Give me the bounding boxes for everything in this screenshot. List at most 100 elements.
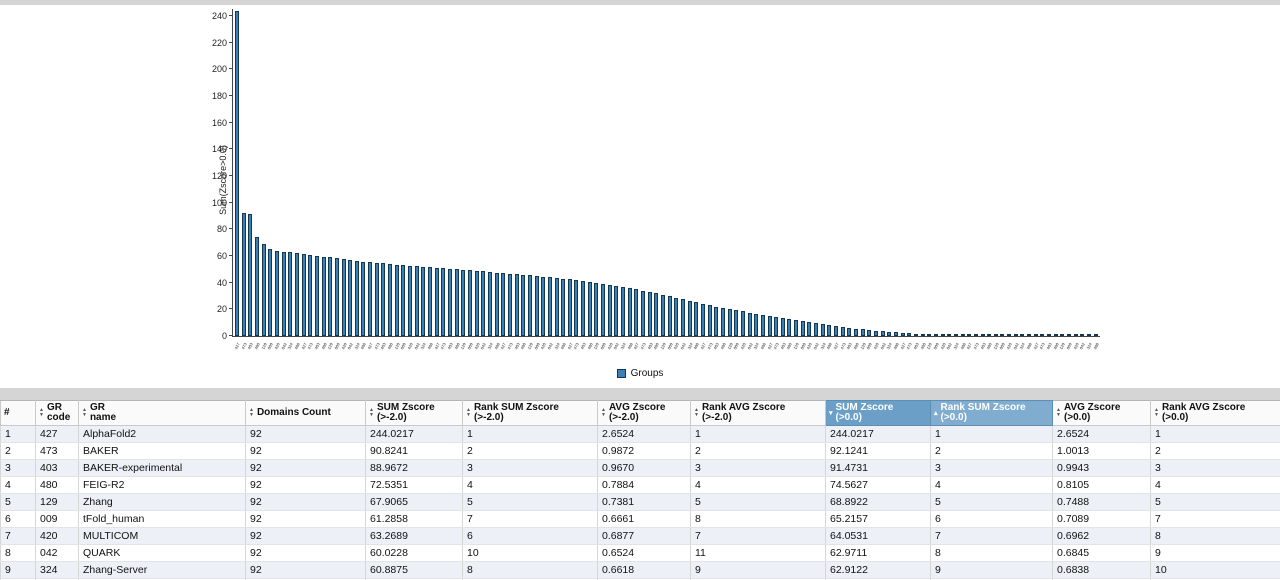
group-bar[interactable] [760, 314, 765, 336]
group-bar[interactable] [1067, 334, 1072, 336]
group-bar[interactable] [1027, 334, 1032, 336]
group-bar[interactable] [388, 264, 393, 336]
group-bar[interactable] [780, 317, 785, 336]
group-bar[interactable] [720, 308, 725, 336]
group-bar[interactable] [680, 299, 685, 336]
group-bar[interactable] [527, 275, 532, 336]
group-bar[interactable] [913, 333, 918, 336]
group-bar[interactable] [700, 304, 705, 336]
column-header-rank-sum-zscore-gt-neg2[interactable]: ▲ ▼ Rank SUM Zscore (>-2.0) [462, 400, 598, 426]
group-bar[interactable] [787, 318, 792, 336]
group-bar[interactable] [734, 310, 739, 336]
group-bar[interactable] [354, 260, 359, 336]
group-bar[interactable] [594, 282, 599, 336]
group-bar[interactable] [481, 271, 486, 336]
group-bar[interactable] [933, 334, 938, 336]
group-bar[interactable] [314, 255, 319, 336]
group-bar[interactable] [800, 321, 805, 336]
group-bar[interactable] [501, 273, 506, 336]
group-bar[interactable] [408, 265, 413, 336]
group-bar[interactable] [321, 256, 326, 336]
group-bar[interactable] [1007, 334, 1012, 336]
group-bar[interactable] [1093, 334, 1098, 336]
group-bar[interactable] [814, 323, 819, 336]
group-bar[interactable] [487, 272, 492, 336]
group-bar[interactable] [308, 254, 313, 336]
group-bar[interactable] [900, 332, 905, 336]
group-bar[interactable] [441, 268, 446, 336]
group-bar[interactable] [774, 316, 779, 336]
group-bar[interactable] [254, 236, 259, 336]
group-bar[interactable] [288, 252, 293, 336]
group-bar[interactable] [467, 270, 472, 336]
group-bar[interactable] [1033, 334, 1038, 336]
group-bar[interactable] [394, 264, 399, 336]
group-bar[interactable] [854, 328, 859, 336]
group-bar[interactable] [987, 334, 992, 336]
group-bar[interactable] [827, 325, 832, 336]
group-bar[interactable] [973, 334, 978, 336]
group-bar[interactable] [634, 289, 639, 336]
group-bar[interactable] [714, 306, 719, 336]
group-bar[interactable] [1013, 334, 1018, 336]
column-header-rank-avg-zscore-gt0[interactable]: ▲ ▼ Rank AVG Zscore (>0.0) [1150, 400, 1280, 426]
group-bar[interactable] [953, 334, 958, 336]
group-bar[interactable] [1040, 334, 1045, 336]
group-bar[interactable] [993, 334, 998, 336]
column-header-gr-name[interactable]: ▲ ▼ GR name [78, 400, 246, 426]
group-bar[interactable] [874, 330, 878, 336]
group-bar[interactable] [907, 333, 912, 336]
group-bar[interactable] [707, 305, 712, 336]
group-bar[interactable] [281, 252, 286, 336]
group-bar[interactable] [421, 266, 426, 336]
group-bar[interactable] [1020, 334, 1025, 336]
group-bar[interactable] [514, 274, 519, 336]
group-bar[interactable] [1060, 334, 1065, 336]
group-bar[interactable] [414, 266, 419, 336]
group-bar[interactable] [820, 324, 825, 336]
column-header-sum-zscore-gt-neg2[interactable]: ▲ ▼ SUM Zscore (>-2.0) [365, 400, 463, 426]
group-bar[interactable] [887, 331, 892, 336]
group-bar[interactable] [361, 261, 366, 336]
group-bar[interactable] [1080, 334, 1085, 336]
group-bar[interactable] [301, 254, 306, 336]
group-bar[interactable] [454, 269, 459, 336]
group-bar[interactable] [1087, 334, 1091, 336]
group-bar[interactable] [834, 326, 839, 336]
group-bar[interactable] [621, 286, 626, 336]
group-bar[interactable] [434, 267, 439, 336]
group-bar[interactable] [341, 259, 346, 336]
group-bar[interactable] [547, 277, 552, 336]
group-bar[interactable] [641, 290, 646, 336]
group-bar[interactable] [893, 332, 898, 336]
group-bar[interactable] [1053, 334, 1058, 336]
group-bar[interactable] [348, 260, 353, 336]
group-bar[interactable] [1047, 334, 1052, 336]
group-bar[interactable] [980, 334, 985, 336]
group-bar[interactable] [661, 294, 665, 336]
group-bar[interactable] [1073, 334, 1078, 336]
group-bar[interactable] [534, 276, 539, 336]
column-header-sum-zscore-gt0[interactable]: ▾ SUM Zscore (>0.0) [825, 400, 931, 426]
group-bar[interactable] [754, 313, 759, 336]
group-bar[interactable] [494, 272, 499, 336]
group-bar[interactable] [248, 214, 253, 336]
group-bar[interactable] [647, 292, 652, 336]
group-bar[interactable] [674, 297, 679, 336]
group-bar[interactable] [947, 334, 952, 336]
group-bar[interactable] [920, 334, 925, 336]
group-bar[interactable] [261, 244, 266, 336]
group-bar[interactable] [567, 279, 572, 336]
group-bar[interactable] [381, 263, 386, 336]
group-bar[interactable] [601, 283, 606, 336]
group-bar[interactable] [1000, 334, 1005, 336]
group-bar[interactable] [767, 315, 772, 336]
group-bar[interactable] [587, 281, 592, 336]
group-bar[interactable] [521, 274, 526, 336]
group-bar[interactable] [667, 296, 672, 336]
group-bar[interactable] [574, 280, 579, 336]
group-bar[interactable] [428, 267, 433, 336]
group-bar[interactable] [401, 265, 406, 336]
group-bar[interactable] [328, 257, 333, 336]
column-header-domains-count[interactable]: ▲ ▼ Domains Count [245, 400, 366, 426]
